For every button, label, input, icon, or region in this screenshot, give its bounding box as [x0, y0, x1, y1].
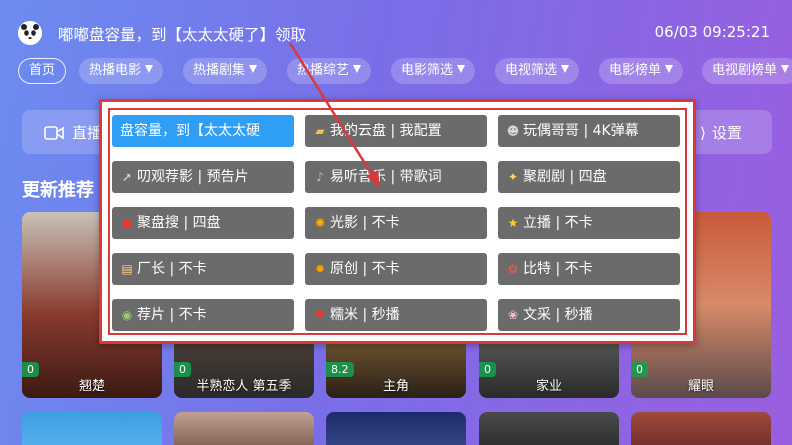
source-label: 叨观荐影 | 预告片 — [137, 169, 249, 185]
source-label: 聚盘搜 | 四盘 — [137, 215, 221, 231]
source-label: 厂长 | 不卡 — [137, 261, 207, 277]
poster-card[interactable] — [22, 412, 162, 445]
tab-label: 首页 — [29, 63, 56, 78]
tab-label: 电视筛选 — [505, 63, 558, 78]
notice-text: 嘟嘟盘容量，到【太太太硬了】领取 — [58, 26, 307, 44]
source-button[interactable]: ▰ 我的云盘 | 我配置 — [305, 115, 487, 147]
folder-icon: ▰ — [315, 124, 325, 138]
source-label: 盘容量，到【太太太硬 — [120, 123, 260, 139]
sun-icon: ✺ — [314, 216, 326, 230]
source-label: 比特 | 不卡 — [523, 261, 593, 277]
tab-hot-series[interactable]: 热播剧集 — [183, 58, 268, 84]
tab-hot-movies[interactable]: 热播电影 — [79, 58, 164, 84]
source-button[interactable]: ★ 立播 | 不卡 — [498, 207, 680, 239]
star-icon: ★ — [507, 216, 519, 230]
poster-title: 家业 — [535, 379, 562, 394]
poster-card[interactable] — [174, 412, 314, 445]
source-button[interactable]: ✹ 原创 | 不卡 — [305, 253, 487, 285]
section-title: 更新推荐 — [22, 180, 94, 201]
kiwi-icon: ◉ — [121, 308, 133, 322]
settings-button[interactable]: ⟩ 设置 — [700, 122, 742, 143]
source-button[interactable]: ❀ 文采 | 秒播 — [498, 299, 680, 331]
tab-label: 电影筛选 — [401, 63, 454, 78]
poster-title: 耀眼 — [687, 379, 714, 394]
poster-title: 半熟恋人 第五季 — [196, 379, 292, 394]
source-label: 易听音乐 | 带歌词 — [330, 169, 442, 185]
notebook-icon: ▤ — [121, 262, 133, 276]
source-button[interactable]: ✦ 聚剧剧 | 四盘 — [498, 161, 680, 193]
filter-icon — [665, 65, 674, 73]
source-label: 我的云盘 | 我配置 — [330, 123, 442, 139]
source-button[interactable]: ➚ 叨观荐影 | 预告片 — [112, 161, 294, 193]
source-button[interactable]: ☻ 玩偶哥哥 | 4K弹幕 — [498, 115, 680, 147]
source-label: 荐片 | 不卡 — [137, 307, 207, 323]
live-button[interactable]: 直播 — [44, 122, 102, 143]
filter-icon — [249, 65, 258, 73]
strawberry-icon: ♥ — [314, 308, 326, 322]
poster-title: 翘楚 — [78, 379, 105, 394]
filter-icon — [353, 65, 362, 73]
tab-tv-filter[interactable]: 电视筛选 — [495, 58, 580, 84]
tab-movie-filter[interactable]: 电影筛选 — [391, 58, 476, 84]
rocket-icon: ➚ — [121, 170, 133, 184]
tab-home[interactable]: 首页 — [18, 58, 67, 84]
source-label: 文采 | 秒播 — [523, 307, 593, 323]
tab-label: 热播电影 — [89, 63, 142, 78]
tab-movie-rank[interactable]: 电影榜单 — [599, 58, 684, 84]
source-label: 立播 | 不卡 — [523, 215, 593, 231]
microphone-icon: ♪ — [316, 170, 324, 184]
source-button[interactable]: ● 聚盘搜 | 四盘 — [112, 207, 294, 239]
tab-label: 热播综艺 — [297, 63, 350, 78]
source-button[interactable]: 盘容量，到【太太太硬 — [112, 115, 294, 147]
source-label: 聚剧剧 | 四盘 — [523, 169, 607, 185]
filter-icon — [457, 65, 466, 73]
filter-icon — [561, 65, 570, 73]
poster-card[interactable] — [631, 412, 771, 445]
tab-hot-variety[interactable]: 热播综艺 — [287, 58, 372, 84]
source-label: 糯米 | 秒播 — [330, 307, 400, 323]
poster-card[interactable] — [479, 412, 619, 445]
bulb-icon: ✦ — [507, 170, 519, 184]
source-button[interactable]: ▤ 厂长 | 不卡 — [112, 253, 294, 285]
tab-label: 热播剧集 — [193, 63, 246, 78]
tab-label: 电视剧榜单 — [712, 63, 778, 78]
sun-small-icon: ✹ — [314, 262, 326, 276]
video-camera-icon — [44, 125, 64, 140]
panda-icon — [18, 21, 42, 45]
source-label: 原创 | 不卡 — [330, 261, 400, 277]
settings-icon: ⟩ — [700, 123, 706, 142]
top-bar: 嘟嘟盘容量，到【太太太硬了】领取 06/03 09:25:21 — [0, 0, 792, 58]
filter-icon — [781, 65, 790, 73]
avatar[interactable] — [18, 21, 42, 45]
tab-tv-rank[interactable]: 电视剧榜单 — [702, 58, 792, 84]
source-button[interactable]: ✺ 光影 | 不卡 — [305, 207, 487, 239]
source-button[interactable]: ♥ 糯米 | 秒播 — [305, 299, 487, 331]
flower-icon: ❀ — [507, 308, 519, 322]
poster-card[interactable] — [326, 412, 466, 445]
source-button[interactable]: ✿ 比特 | 不卡 — [498, 253, 680, 285]
tab-label: 电影榜单 — [609, 63, 662, 78]
source-label: 光影 | 不卡 — [330, 215, 400, 231]
clock: 06/03 09:25:21 — [654, 23, 770, 41]
source-label: 玩偶哥哥 | 4K弹幕 — [523, 123, 639, 139]
live-label: 直播 — [72, 124, 103, 142]
source-button[interactable]: ◉ 荐片 | 不卡 — [112, 299, 294, 331]
mushroom-icon: ✿ — [507, 262, 519, 276]
poster-title: 主角 — [382, 379, 409, 394]
settings-label: 设置 — [711, 124, 742, 142]
alien-icon: ☻ — [506, 124, 520, 138]
balloon-icon: ● — [121, 216, 133, 230]
filter-icon — [145, 65, 154, 73]
source-button[interactable]: ♪ 易听音乐 | 带歌词 — [305, 161, 487, 193]
